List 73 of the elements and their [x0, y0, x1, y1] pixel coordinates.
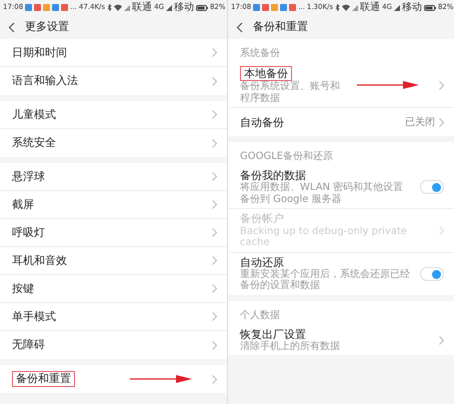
row-title: 按键 [12, 282, 34, 296]
settings-row[interactable]: 无障碍 [0, 331, 227, 359]
toggle-switch[interactable] [420, 180, 444, 194]
chevron-icon [212, 284, 217, 293]
row-title: 备份和重置 [12, 371, 75, 387]
chevron-icon [212, 374, 217, 384]
annotation-arrow [130, 375, 192, 383]
chevron-icon [439, 118, 444, 127]
settings-row[interactable]: 系统安全 [0, 129, 227, 157]
chevron-icon [212, 312, 217, 321]
row-title: 单手模式 [12, 310, 56, 324]
back-icon[interactable] [8, 22, 15, 32]
chevron-icon [439, 80, 444, 90]
back-icon[interactable] [236, 22, 243, 32]
settings-row[interactable]: 本地备份 备份系统设置、账号和程序数据 [228, 63, 454, 108]
row-title: 悬浮球 [12, 170, 45, 184]
row-description: 将应用数据、WLAN 密码和其他设置备份到 Google 服务器 [240, 182, 404, 206]
chevron-icon [212, 76, 217, 86]
bluetooth-icon [335, 4, 340, 11]
row-title: 系统安全 [12, 136, 56, 150]
chevron-icon [212, 256, 217, 265]
row-description: 重新安装某个应用后，系统会还原已经备份的设置和数据 [240, 268, 411, 292]
settings-row[interactable]: 自动备份 已关闭 [228, 108, 454, 136]
signal-icon [352, 4, 358, 10]
toggle-switch[interactable] [420, 266, 444, 281]
settings-row[interactable]: 备份我的数据 将应用数据、WLAN 密码和其他设置备份到 Google 服务器 [228, 166, 454, 210]
battery-icon [196, 4, 208, 10]
row-value: 已关闭 [405, 116, 435, 130]
page-title: 更多设置 [25, 18, 69, 35]
settings-row[interactable]: 语言和输入法 [0, 67, 227, 95]
settings-row[interactable]: 自动还原 重新安装某个应用后，系统会还原已经备份的设置和数据 [228, 252, 454, 295]
row-title: 截屏 [12, 198, 34, 212]
row-title: 自动备份 [240, 116, 284, 129]
row-title: 无障碍 [12, 338, 45, 352]
page-title: 备份和重置 [253, 18, 308, 35]
section-header: GOOGLE备份和还原 [239, 150, 334, 164]
chevron-icon [212, 340, 217, 350]
row-title: 自动还原 [240, 256, 284, 269]
row-description: 清除手机上的所有数据 [240, 340, 340, 352]
section-header: 个人数据 [239, 308, 281, 322]
row-title: 备份帐户 [240, 212, 284, 226]
signal-icon [394, 4, 400, 10]
signal-icon [166, 4, 172, 10]
section-header: 系统备份 [239, 46, 281, 60]
signal-icon [124, 4, 130, 10]
chevron-icon [212, 110, 217, 119]
row-title: 恢复出厂设置 [240, 328, 306, 341]
wifi-icon [114, 4, 122, 11]
row-title: 耳机和音效 [12, 254, 67, 268]
bluetooth-icon [107, 4, 112, 11]
chevron-icon [212, 172, 217, 181]
row-title: 日期和时间 [12, 46, 67, 60]
carrier-name: 联通 [360, 0, 380, 15]
settings-row[interactable]: 备份和重置 [0, 365, 227, 393]
carrier-name: 移动 [174, 1, 194, 15]
battery-icon [424, 4, 436, 10]
row-title: 语言和输入法 [12, 74, 78, 88]
annotation-arrow [357, 81, 419, 90]
row-title: 备份我的数据 [240, 169, 306, 182]
settings-row[interactable]: 恢复出厂设置 清除手机上的所有数据 [228, 324, 454, 356]
row-title: 本地备份 [240, 66, 292, 82]
chevron-icon [212, 138, 217, 148]
chevron-icon [212, 228, 217, 237]
carrier-name: 移动 [402, 1, 422, 15]
chevron-icon [212, 48, 217, 57]
row-title: 儿童模式 [12, 108, 56, 122]
wifi-icon [342, 4, 350, 11]
row-title: 呼吸灯 [12, 226, 45, 240]
chevron-icon [439, 336, 444, 345]
chevron-icon [212, 200, 217, 209]
row-description: 备份系统设置、账号和程序数据 [240, 81, 341, 104]
chevron-icon [439, 226, 444, 235]
carrier-name: 联通 [132, 0, 152, 15]
